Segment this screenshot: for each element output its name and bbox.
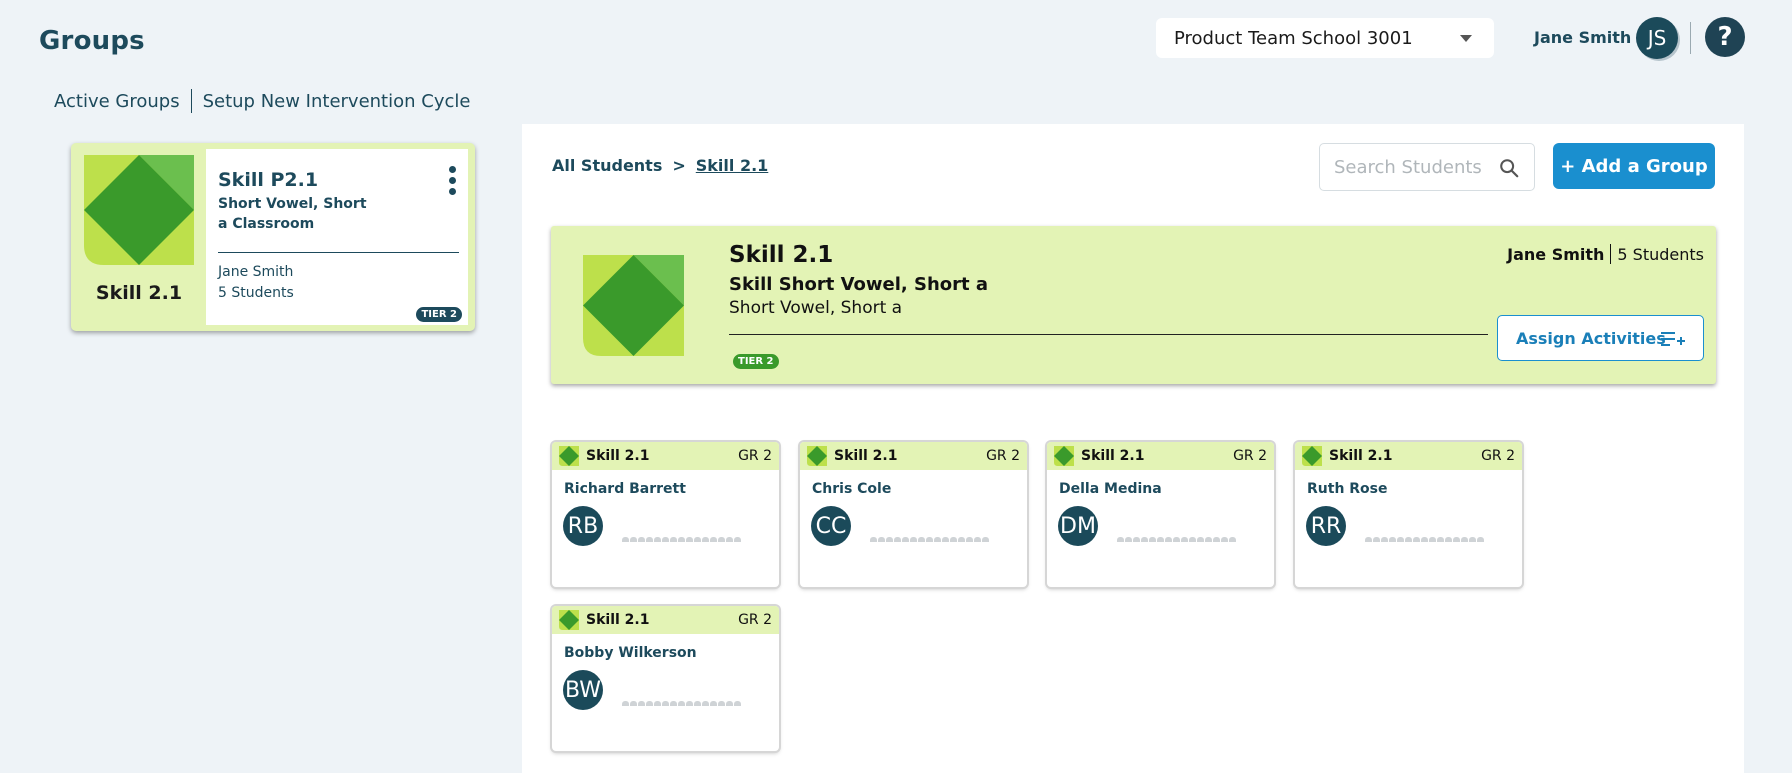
group-student-count: 5 Students [1617,244,1704,264]
group-card-count: 5 Students [218,285,294,301]
progress-indicator [1365,537,1484,542]
group-card-divider [218,252,459,253]
student-grade: GR 2 [738,612,772,628]
user-name: Jane Smith [1534,28,1632,47]
student-card[interactable]: Skill 2.1 GR 2 Richard Barrett RB [552,442,779,587]
student-grade: GR 2 [1481,448,1515,464]
main-panel: All Students > Skill 2.1 + Add a Group S… [522,124,1744,773]
header-divider [1690,22,1691,54]
skill-diamond-icon [583,255,684,356]
group-description: Short Vowel, Short a [729,298,903,318]
playlist-add-icon [1661,332,1685,346]
add-group-button[interactable]: + Add a Group [1553,143,1715,189]
progress-indicator [1117,537,1236,542]
school-select[interactable]: Product Team School 3001 [1156,18,1494,58]
student-name: Chris Cole [812,481,892,497]
skill-diamond-icon [1302,446,1322,466]
student-card-header: Skill 2.1 GR 2 [552,442,779,470]
student-name: Ruth Rose [1307,481,1388,497]
skill-diamond-icon [84,155,194,265]
skill-diamond-icon [559,446,579,466]
chevron-down-icon [1460,35,1472,42]
help-icon[interactable]: ? [1705,17,1745,57]
page-title: Groups [39,26,145,56]
breadcrumb-current[interactable]: Skill 2.1 [696,156,769,175]
sub-nav: Active Groups Setup New Intervention Cyc… [54,89,470,113]
breadcrumb-all-students[interactable]: All Students [552,156,662,175]
student-skill: Skill 2.1 [1329,448,1393,464]
group-card-info: Skill P2.1 Short Vowel, Short a Classroo… [206,149,468,325]
group-card-name: Skill P2.1 [218,169,319,191]
active-groups-link[interactable]: Active Groups [54,91,180,112]
group-card-teacher: Jane Smith [218,264,294,280]
skill-diamond-icon [807,446,827,466]
skill-diamond-icon [559,610,579,630]
more-options-icon[interactable] [449,166,457,195]
progress-indicator [870,537,989,542]
search-input[interactable] [1334,156,1494,178]
setup-cycle-link[interactable]: Setup New Intervention Cycle [203,91,471,112]
student-name: Della Medina [1059,481,1162,497]
group-title: Skill 2.1 [729,242,834,268]
student-grade: GR 2 [986,448,1020,464]
student-card-header: Skill 2.1 GR 2 [552,606,779,634]
tier-badge: TIER 2 [733,354,779,369]
student-skill: Skill 2.1 [1081,448,1145,464]
student-name: Bobby Wilkerson [564,645,697,661]
search-box [1319,143,1535,191]
avatar: CC [811,506,851,546]
student-card[interactable]: Skill 2.1 GR 2 Ruth Rose RR [1295,442,1522,587]
sub-nav-divider [190,89,192,113]
avatar: RR [1306,506,1346,546]
assign-activities-button[interactable]: Assign Activities [1497,315,1704,361]
meta-divider [1610,244,1612,264]
group-header-divider [729,334,1488,335]
user-avatar[interactable]: JS [1636,17,1678,59]
school-select-value: Product Team School 3001 [1174,27,1413,49]
student-card[interactable]: Skill 2.1 GR 2 Chris Cole CC [800,442,1027,587]
group-card[interactable]: Skill 2.1 Skill P2.1 Short Vowel, Short … [71,143,475,331]
student-card-header: Skill 2.1 GR 2 [1047,442,1274,470]
assign-activities-label: Assign Activities [1516,328,1666,348]
breadcrumb: All Students > Skill 2.1 [552,156,768,175]
group-header: Skill 2.1 Skill Short Vowel, Short a Sho… [551,226,1716,384]
group-meta: Jane Smith 5 Students [1507,244,1704,264]
student-grade: GR 2 [1233,448,1267,464]
student-card-header: Skill 2.1 GR 2 [800,442,1027,470]
skill-diamond-icon [1054,446,1074,466]
group-teacher: Jane Smith [1507,244,1605,264]
avatar: DM [1058,506,1098,546]
student-grade: GR 2 [738,448,772,464]
student-skill: Skill 2.1 [586,448,650,464]
group-card-description: Short Vowel, Short a Classroom [218,196,367,232]
search-icon[interactable] [1498,157,1520,179]
avatar: BW [563,670,603,710]
group-subtitle: Skill Short Vowel, Short a [729,274,989,295]
group-card-thumb-label: Skill 2.1 [95,282,183,304]
student-skill: Skill 2.1 [586,612,650,628]
student-card[interactable]: Skill 2.1 GR 2 Bobby Wilkerson BW [552,606,779,751]
avatar: RB [563,506,603,546]
student-card-header: Skill 2.1 GR 2 [1295,442,1522,470]
student-skill: Skill 2.1 [834,448,898,464]
progress-indicator [622,701,741,706]
progress-indicator [622,537,741,542]
breadcrumb-separator: > [672,156,686,175]
student-card[interactable]: Skill 2.1 GR 2 Della Medina DM [1047,442,1274,587]
tier-badge: TIER 2 [416,307,462,322]
student-name: Richard Barrett [564,481,686,497]
